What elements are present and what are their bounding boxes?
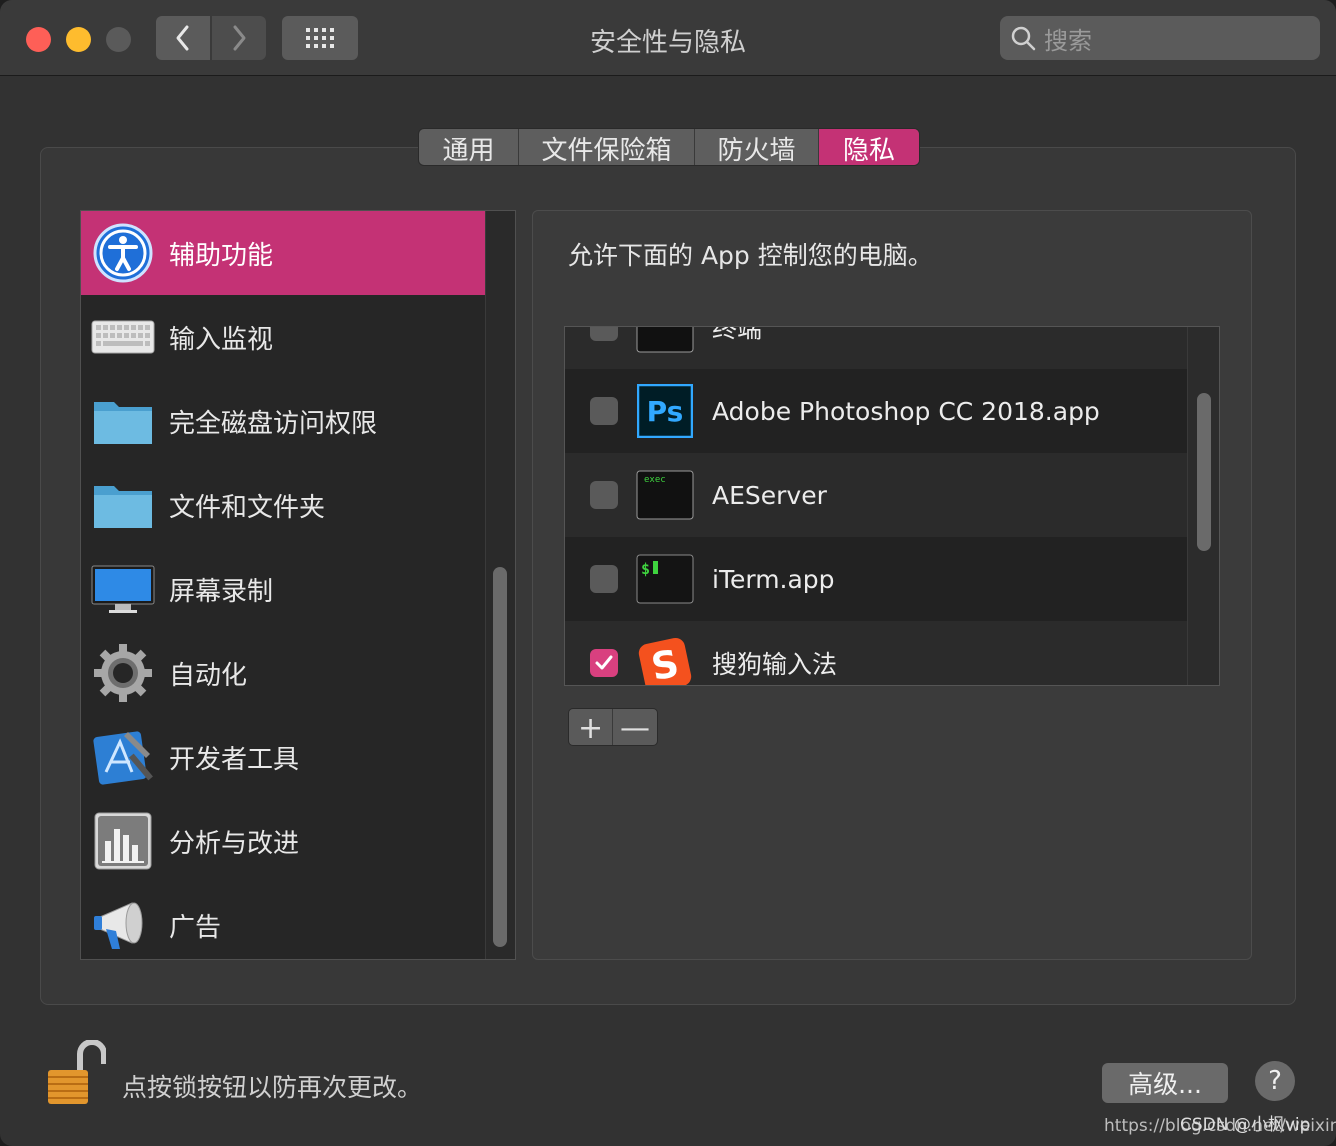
keyboard-icon (91, 305, 155, 369)
photoshop-icon: Ps (636, 385, 694, 437)
sidebar-item-accessibility[interactable]: 辅助功能 (81, 211, 485, 295)
titlebar: 安全性与隐私 搜索 (0, 0, 1336, 76)
add-remove-control: + — (568, 708, 658, 746)
search-placeholder: 搜索 (1044, 21, 1092, 56)
sidebar-item-label: 广告 (169, 907, 221, 944)
security-privacy-window: 安全性与隐私 搜索 通用 文件保险箱 防火墙 隐私 辅助功能 (0, 0, 1336, 1146)
list-item[interactable]: Ps Adobe Photoshop CC 2018.app (565, 369, 1187, 453)
sidebar-item-label: 开发者工具 (169, 739, 299, 776)
exec-icon-text: exec (644, 475, 666, 485)
iterm-icon-text: $ (641, 560, 650, 578)
tab-firewall[interactable]: 防火墙 (695, 129, 819, 166)
advanced-button[interactable]: 高级... (1102, 1063, 1228, 1103)
app-list: 终端 Ps Adobe Photoshop CC 2018.app exec A… (564, 326, 1220, 686)
iterm-icon: $ (636, 553, 694, 605)
help-button[interactable]: ? (1255, 1061, 1295, 1101)
search-icon (1010, 25, 1036, 51)
app-checkbox[interactable] (590, 397, 618, 425)
sidebar-item-developer-tools[interactable]: 开发者工具 (81, 715, 485, 799)
checkmark-icon (594, 654, 614, 672)
list-item[interactable]: exec AEServer (565, 453, 1187, 537)
unlocked-padlock-icon (42, 1040, 106, 1108)
sidebar-item-files-and-folders[interactable]: 文件和文件夹 (81, 463, 485, 547)
sidebar-item-label: 完全磁盘访问权限 (169, 403, 377, 440)
folder-icon (91, 389, 155, 453)
megaphone-icon (91, 893, 155, 957)
sidebar-item-advertising[interactable]: 广告 (81, 883, 485, 960)
app-checkbox[interactable] (590, 565, 618, 593)
exec-icon: exec (636, 469, 694, 521)
lock-hint-text: 点按锁按钮以防再次更改。 (122, 1068, 422, 1104)
terminal-icon (636, 326, 694, 353)
display-icon (91, 557, 155, 621)
sogou-icon: S (636, 637, 694, 686)
lock-button[interactable] (42, 1040, 106, 1108)
xcode-icon (91, 725, 155, 789)
sidebar-scrollbar-thumb[interactable] (493, 567, 507, 947)
tab-bar: 通用 文件保险箱 防火墙 隐私 (418, 128, 920, 166)
add-app-button[interactable]: + (569, 709, 613, 746)
app-name: Adobe Photoshop CC 2018.app (712, 397, 1100, 426)
photoshop-icon-text: Ps (647, 395, 684, 428)
accessibility-icon (91, 221, 155, 285)
sidebar-item-analytics[interactable]: 分析与改进 (81, 799, 485, 883)
app-name: 终端 (712, 326, 762, 345)
sidebar-item-label: 屏幕录制 (169, 571, 273, 608)
sidebar-item-label: 文件和文件夹 (169, 487, 325, 524)
app-name: AEServer (712, 481, 827, 510)
app-checkbox-checked[interactable] (590, 649, 618, 677)
sidebar-item-label: 自动化 (169, 655, 247, 692)
remove-app-button[interactable]: — (613, 709, 657, 746)
sidebar-item-full-disk-access[interactable]: 完全磁盘访问权限 (81, 379, 485, 463)
privacy-category-list: 辅助功能 输入监视 (80, 210, 516, 960)
sidebar-item-label: 分析与改进 (169, 823, 299, 860)
sidebar-item-input-monitoring[interactable]: 输入监视 (81, 295, 485, 379)
app-name: iTerm.app (712, 565, 835, 594)
app-checkbox[interactable] (590, 326, 618, 341)
watermark-author: CSDN @小枫vip (1180, 1110, 1310, 1135)
sidebar-item-automation[interactable]: 自动化 (81, 631, 485, 715)
folder-icon (91, 473, 155, 537)
panel-heading: 允许下面的 App 控制您的电脑。 (568, 236, 933, 272)
tab-privacy[interactable]: 隐私 (819, 129, 919, 166)
tab-filevault[interactable]: 文件保险箱 (519, 129, 695, 166)
list-item[interactable]: S 搜狗输入法 (565, 621, 1187, 686)
tab-general[interactable]: 通用 (419, 129, 519, 166)
sidebar-item-screen-recording[interactable]: 屏幕录制 (81, 547, 485, 631)
search-field[interactable]: 搜索 (1000, 16, 1320, 60)
sidebar-item-label: 输入监视 (169, 319, 273, 356)
list-item[interactable]: $ iTerm.app (565, 537, 1187, 621)
app-name: 搜狗输入法 (712, 645, 837, 681)
gear-icon (91, 641, 155, 705)
app-list-scrollbar-thumb[interactable] (1197, 393, 1211, 551)
app-checkbox[interactable] (590, 481, 618, 509)
sidebar-item-label: 辅助功能 (169, 235, 273, 272)
list-item[interactable]: 终端 (565, 326, 1187, 369)
chart-icon (91, 809, 155, 873)
